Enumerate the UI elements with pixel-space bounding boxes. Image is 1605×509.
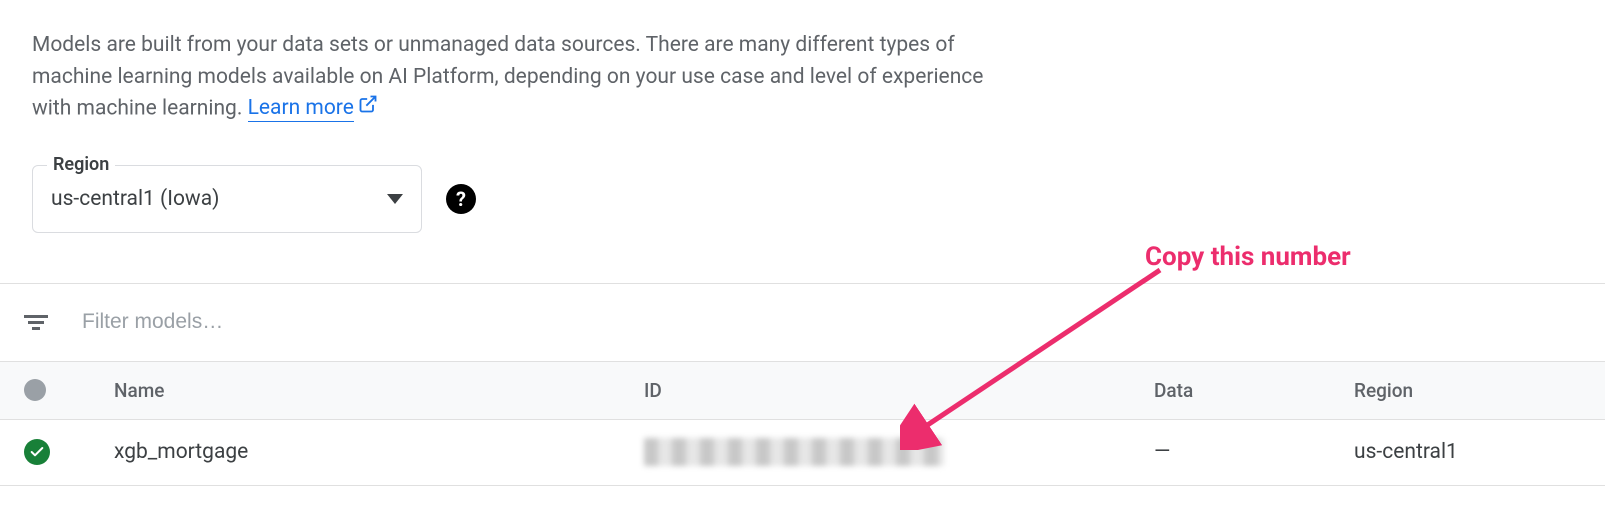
external-link-icon bbox=[358, 96, 378, 120]
region-select-value: us-central1 (Iowa) bbox=[51, 187, 387, 211]
column-header-region[interactable]: Region bbox=[1354, 379, 1581, 402]
model-data: — bbox=[1154, 440, 1354, 464]
model-region: us-central1 bbox=[1354, 440, 1581, 464]
select-all-radio[interactable] bbox=[24, 379, 46, 401]
filter-input[interactable] bbox=[80, 309, 480, 335]
model-name[interactable]: xgb_mortgage bbox=[114, 440, 644, 464]
filter-bar bbox=[0, 284, 1605, 362]
description-text: Models are built from your data sets or … bbox=[32, 33, 983, 120]
region-select-label: Region bbox=[47, 154, 115, 175]
column-header-id[interactable]: ID bbox=[644, 379, 1154, 402]
chevron-down-icon bbox=[387, 194, 403, 204]
learn-more-link[interactable]: Learn more bbox=[248, 96, 354, 122]
intro-text: Models are built from your data sets or … bbox=[32, 30, 992, 125]
status-ready-icon bbox=[24, 439, 50, 465]
column-header-data[interactable]: Data bbox=[1154, 379, 1354, 402]
table-row[interactable]: xgb_mortgage — us-central1 bbox=[0, 420, 1605, 486]
model-id bbox=[644, 438, 1154, 466]
column-header-name[interactable]: Name bbox=[114, 379, 644, 402]
help-icon[interactable]: ? bbox=[446, 184, 476, 214]
redacted-id bbox=[644, 438, 944, 466]
table-header: Name ID Data Region bbox=[0, 362, 1605, 420]
filter-icon[interactable] bbox=[24, 315, 48, 330]
region-select[interactable]: Region us-central1 (Iowa) bbox=[32, 165, 422, 233]
